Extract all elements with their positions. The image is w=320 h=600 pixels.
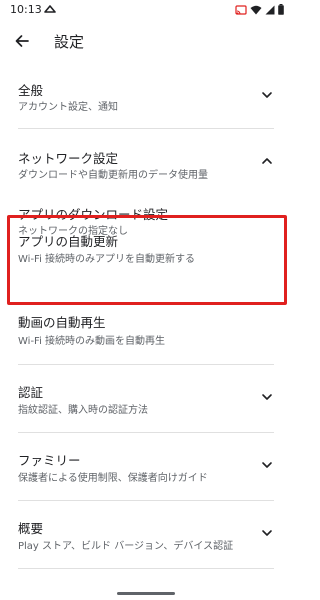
section-subtitle: Play ストア、ビルド バージョン、デバイス認証: [18, 541, 234, 552]
wifi-icon: [250, 5, 262, 14]
status-time: 10:13: [10, 3, 42, 16]
section-title: 全般: [18, 83, 44, 98]
status-bar: 10:13: [0, 0, 292, 20]
section-authentication[interactable]: 認証 指紋認証、購入時の認証方法: [0, 374, 292, 430]
divider: [18, 128, 274, 129]
section-subtitle: 指紋認証、購入時の認証方法: [18, 405, 148, 416]
divider: [18, 364, 274, 365]
cast-icon: [235, 4, 247, 15]
chevron-down-icon: [262, 530, 272, 536]
section-title: 概要: [18, 521, 44, 536]
setting-title: 動画の自動再生: [18, 315, 106, 330]
chevron-down-icon: [262, 394, 272, 400]
battery-icon: [278, 4, 284, 15]
chevron-down-icon: [262, 462, 272, 468]
section-title: ネットワーク設定: [18, 151, 119, 166]
divider: [18, 432, 274, 433]
app-bar: 設定: [0, 22, 292, 60]
arrow-left-icon: [15, 35, 29, 47]
divider: [18, 500, 274, 501]
setting-subtitle: Wi-Fi 接続時のみ動画を自動再生: [18, 336, 166, 347]
chevron-down-icon: [262, 92, 272, 98]
page-title: 設定: [54, 33, 85, 51]
section-title: 認証: [18, 385, 44, 400]
chevron-up-icon: [262, 158, 272, 164]
section-subtitle: アカウント設定、通知: [18, 102, 118, 113]
section-title: ファミリー: [18, 453, 81, 468]
section-network-settings[interactable]: ネットワーク設定 ダウンロードや自動更新用のデータ使用量: [0, 140, 292, 192]
divider: [18, 568, 274, 569]
section-subtitle: 保護者による使用制限、保護者向けガイド: [18, 473, 208, 484]
cloud-icon: [44, 5, 56, 13]
signal-icon: [265, 5, 275, 14]
back-button[interactable]: [10, 29, 34, 53]
section-family[interactable]: ファミリー 保護者による使用制限、保護者向けガイド: [0, 442, 292, 498]
gesture-nav-bar[interactable]: [117, 592, 175, 595]
section-general[interactable]: 全般 アカウント設定、通知: [0, 70, 292, 128]
setting-video-autoplay[interactable]: 動画の自動再生 Wi-Fi 接続時のみ動画を自動再生: [0, 312, 292, 356]
section-subtitle: ダウンロードや自動更新用のデータ使用量: [18, 170, 208, 181]
status-icons: [235, 4, 284, 15]
section-about[interactable]: 概要 Play ストア、ビルド バージョン、デバイス認証: [0, 510, 292, 566]
highlight-box: [7, 215, 287, 305]
